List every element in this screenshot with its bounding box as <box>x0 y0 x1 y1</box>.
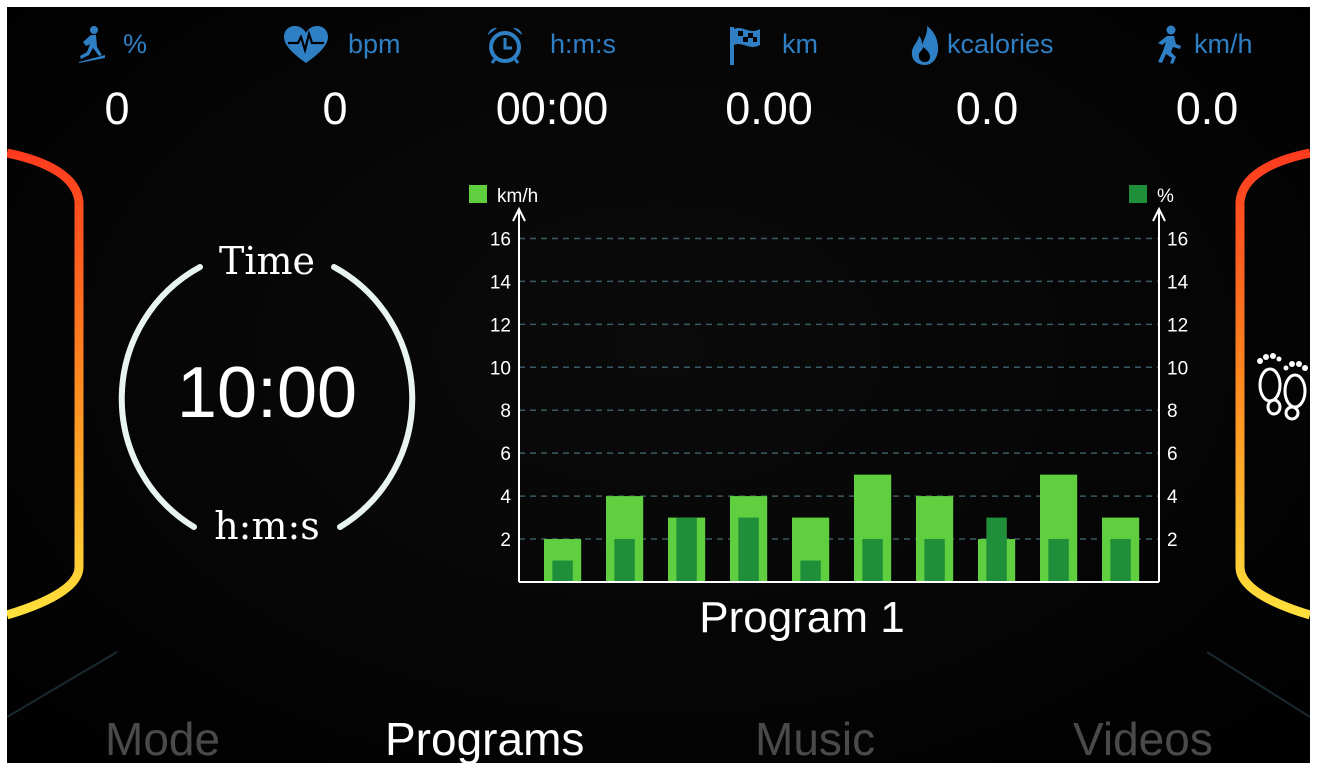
incline-walker-icon <box>79 26 105 63</box>
stat-unit: bpm <box>348 29 401 59</box>
stat-value: 0 <box>322 83 348 134</box>
y-tick-right: 14 <box>1167 272 1189 293</box>
treadmill-screen: % 0 bpm 0 h:m:s 00:00 km 0.00 kcalories … <box>7 7 1310 763</box>
timer-unit: h:m:s <box>214 504 320 548</box>
y-tick-left: 10 <box>490 358 511 379</box>
bar-incline <box>738 517 759 582</box>
chart-bars <box>544 474 1140 582</box>
bar-incline <box>676 517 697 582</box>
flame-icon <box>911 26 939 65</box>
y-tick-left: 4 <box>500 487 511 508</box>
stat-unit: h:m:s <box>550 29 617 59</box>
legend-label-incline: % <box>1157 186 1174 207</box>
alarm-clock-icon <box>488 27 522 64</box>
stat-unit: kcalories <box>947 29 1054 59</box>
stat-value: 0.0 <box>955 83 1019 134</box>
program-chart: 2 2 4 4 6 6 8 8 10 10 12 12 14 14 16 16 km/h % Program … <box>469 185 1189 642</box>
bar-incline <box>862 539 883 582</box>
legend-swatch-incline <box>1129 185 1147 203</box>
bar-incline <box>552 560 573 582</box>
checkered-flag-icon <box>730 27 760 65</box>
legend-label-speed: km/h <box>497 186 538 207</box>
stat-value: 00:00 <box>495 83 609 134</box>
bar-incline <box>986 517 1007 582</box>
left-frame-decoration <box>7 148 84 620</box>
y-tick-left: 12 <box>490 315 511 336</box>
y-tick-right: 2 <box>1167 530 1178 551</box>
bar-incline <box>614 539 635 582</box>
y-tick-right: 6 <box>1167 444 1178 465</box>
y-tick-right: 12 <box>1167 315 1188 336</box>
bar-incline <box>1110 539 1131 582</box>
bar-incline <box>1048 539 1069 582</box>
timer-title: Time <box>218 239 316 283</box>
stat-value: 0 <box>104 83 130 134</box>
stat-value: 0.0 <box>1175 83 1239 134</box>
legend-swatch-speed <box>469 185 487 203</box>
y-tick-right: 8 <box>1167 401 1178 422</box>
chart-title: Program 1 <box>699 593 904 642</box>
y-tick-left: 8 <box>500 401 511 422</box>
nav-music[interactable]: Music <box>755 712 875 763</box>
bar-incline <box>800 560 821 582</box>
runner-icon <box>1158 25 1181 64</box>
timer-value[interactable]: 10:00 <box>127 352 407 434</box>
y-tick-left: 14 <box>490 272 512 293</box>
nav-videos[interactable]: Videos <box>1073 712 1213 763</box>
stat-value: 0.00 <box>725 83 813 134</box>
y-tick-right: 10 <box>1167 358 1188 379</box>
heart-rate-icon <box>284 26 328 63</box>
stat-unit: km <box>782 29 818 59</box>
stat-unit: km/h <box>1194 29 1253 59</box>
chart-axes: 2 2 4 4 6 6 8 8 10 10 12 12 14 14 16 16 <box>490 206 1189 583</box>
nav-programs[interactable]: Programs <box>385 712 584 763</box>
y-tick-left: 6 <box>500 444 511 465</box>
y-tick-left: 2 <box>500 530 511 551</box>
y-tick-right: 4 <box>1167 487 1178 508</box>
stat-unit: % <box>123 29 148 59</box>
nav-mode[interactable]: Mode <box>105 712 220 763</box>
footprints-icon[interactable] <box>1252 347 1310 422</box>
y-tick-left: 16 <box>490 229 511 250</box>
bar-incline <box>924 539 945 582</box>
y-tick-right: 16 <box>1167 229 1188 250</box>
